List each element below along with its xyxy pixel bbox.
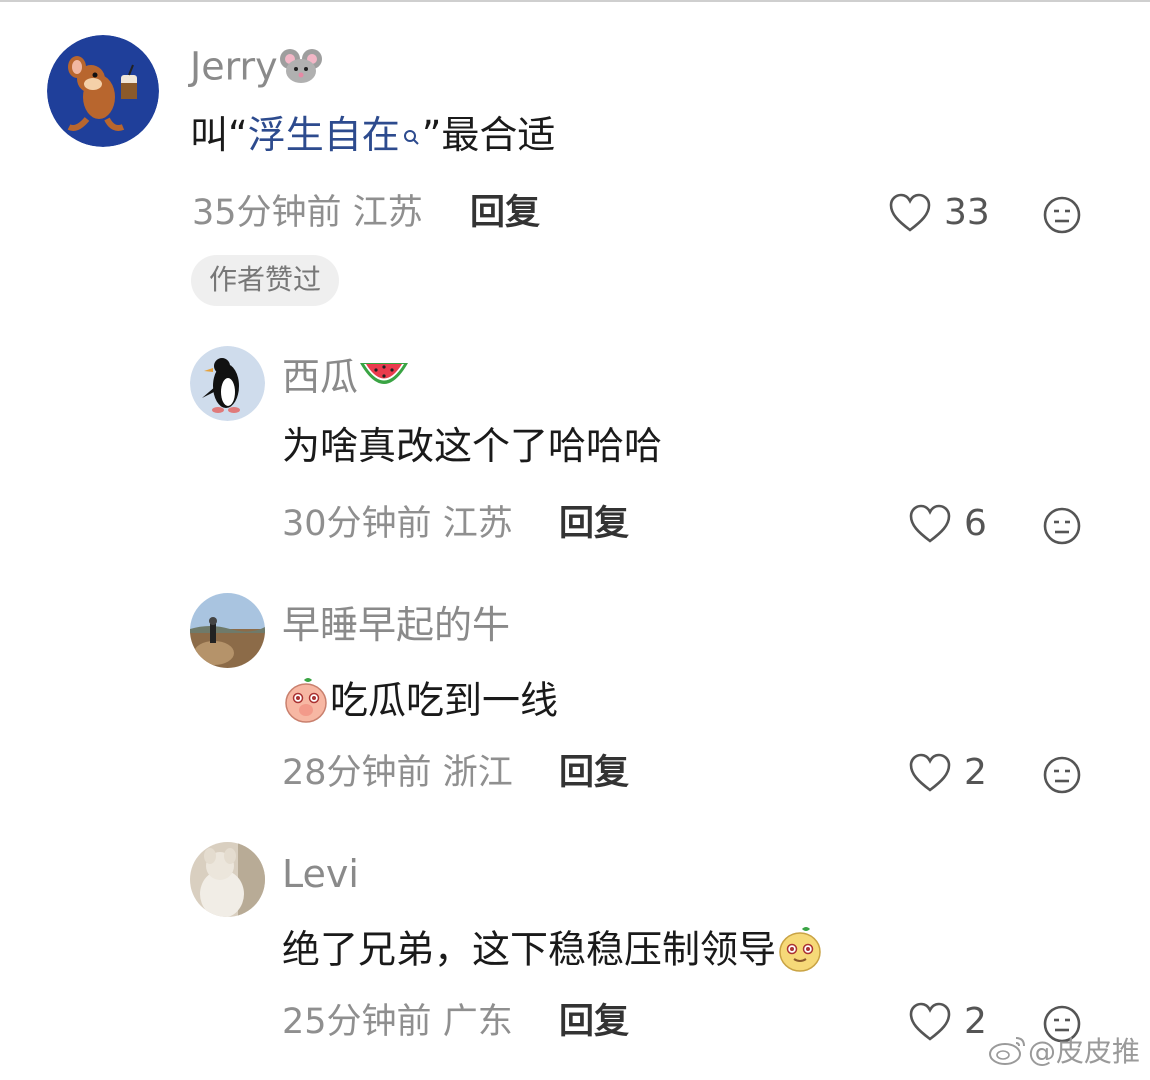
- comment-meta: 28分钟前 浙江: [282, 756, 513, 791]
- username[interactable]: Levi: [282, 855, 359, 893]
- location: 广东: [442, 1002, 513, 1042]
- search-link[interactable]: 浮生自在: [248, 113, 400, 157]
- heart-icon: [909, 1002, 951, 1041]
- like-button[interactable]: 6: [908, 504, 987, 544]
- timestamp: 35分钟前: [192, 193, 342, 233]
- avatar[interactable]: [190, 842, 265, 917]
- comment-text: 绝了兄弟，这下稳稳压制领导: [282, 925, 824, 979]
- username[interactable]: Jerry: [190, 47, 324, 91]
- mouse-emoji-icon: [278, 47, 324, 91]
- like-button[interactable]: 2: [908, 1002, 987, 1042]
- username[interactable]: 西瓜: [282, 358, 410, 401]
- yellow-face-emoji-icon: [776, 925, 824, 979]
- like-button[interactable]: 2: [908, 753, 987, 793]
- comment-meta: 25分钟前 广东: [282, 1005, 513, 1040]
- like-count: 6: [964, 503, 987, 544]
- comment-meta: 35分钟前 江苏: [192, 196, 423, 231]
- search-icon: [402, 116, 422, 154]
- watermark-text: @皮皮推: [1027, 1035, 1140, 1068]
- dislike-icon[interactable]: [1042, 755, 1082, 795]
- comment-text: 叫“浮生自在 ”最合适: [190, 113, 556, 157]
- peach-face-emoji-icon: [282, 676, 330, 730]
- username[interactable]: 早睡早起的牛: [282, 606, 510, 644]
- heart-icon: [909, 504, 951, 543]
- reply-button[interactable]: 回复: [470, 196, 540, 231]
- heart-icon: [889, 193, 931, 232]
- weibo-watermark: @皮皮推: [988, 1030, 1140, 1070]
- watermelon-emoji-icon: [358, 359, 410, 401]
- location: 江苏: [352, 193, 423, 233]
- dislike-icon[interactable]: [1042, 195, 1082, 235]
- location: 浙江: [442, 753, 513, 793]
- reply-button[interactable]: 回复: [559, 507, 629, 542]
- location: 江苏: [442, 504, 513, 544]
- comment-meta: 30分钟前 江苏: [282, 507, 513, 542]
- heart-icon: [909, 753, 951, 792]
- comment-text: 吃瓜吃到一线: [282, 676, 558, 730]
- avatar[interactable]: [190, 593, 265, 668]
- avatar[interactable]: [190, 346, 265, 421]
- reply-button[interactable]: 回复: [559, 756, 629, 791]
- reply-button[interactable]: 回复: [559, 1005, 629, 1040]
- comment-text: 为啥真改这个了哈哈哈: [282, 424, 663, 468]
- timestamp: 25分钟前: [282, 1002, 432, 1042]
- like-count: 33: [944, 192, 990, 233]
- like-count: 2: [964, 752, 987, 793]
- dislike-icon[interactable]: [1042, 506, 1082, 546]
- like-button[interactable]: 33: [888, 193, 990, 233]
- timestamp: 28分钟前: [282, 753, 432, 793]
- timestamp: 30分钟前: [282, 504, 432, 544]
- like-count: 2: [964, 1001, 987, 1042]
- avatar[interactable]: [47, 35, 159, 147]
- weibo-logo-icon: [988, 1037, 1025, 1065]
- top-divider: [0, 0, 1150, 2]
- author-liked-badge: 作者赞过: [191, 255, 340, 306]
